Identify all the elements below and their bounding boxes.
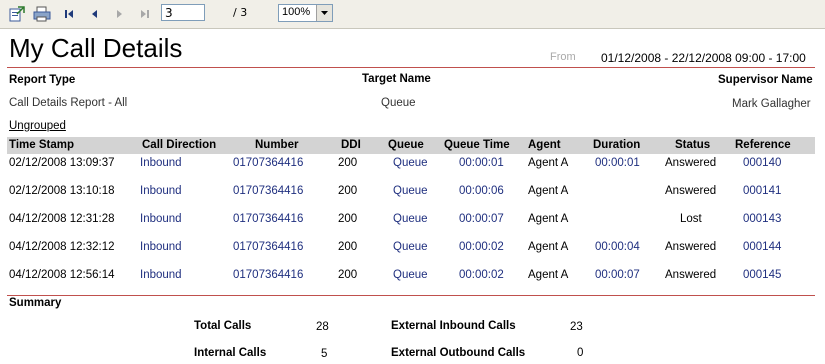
external-outbound-value: 0 <box>577 347 584 359</box>
title-divider <box>7 67 815 68</box>
cell-timestamp: 04/12/2008 12:31:28 <box>9 213 115 225</box>
previous-page-icon[interactable] <box>88 5 100 23</box>
cell-queue-time: 00:00:01 <box>459 157 504 169</box>
print-icon[interactable] <box>33 5 51 23</box>
next-page-icon[interactable] <box>114 5 126 23</box>
chevron-down-icon[interactable] <box>316 5 332 21</box>
cell-direction: Inbound <box>140 157 182 169</box>
cell-direction: Inbound <box>140 213 182 225</box>
supervisor-label: Supervisor Name <box>718 74 813 86</box>
table-row: 04/12/2008 12:31:28 Inbound 01707364416 … <box>7 213 815 231</box>
table-header: Time Stamp Call Direction Number DDI Que… <box>7 137 815 154</box>
page-title: My Call Details <box>9 33 183 63</box>
cell-queue: Queue <box>393 185 428 197</box>
cell-number: 01707364416 <box>233 241 304 253</box>
table-row: 04/12/2008 12:32:12 Inbound 01707364416 … <box>7 241 815 259</box>
page-total: / 3 <box>233 6 248 19</box>
table-row: 04/12/2008 12:56:14 Inbound 01707364416 … <box>7 269 815 287</box>
cell-agent: Agent A <box>528 157 569 169</box>
column-header: Queue Time <box>444 139 510 151</box>
summary-heading: Summary <box>9 297 62 309</box>
cell-queue: Queue <box>393 213 428 225</box>
cell-agent: Agent A <box>528 269 569 281</box>
cell-status: Answered <box>665 241 717 253</box>
target-name-value: Queue <box>381 97 416 109</box>
cell-timestamp: 04/12/2008 12:56:14 <box>9 269 115 281</box>
cell-status: Answered <box>665 185 717 197</box>
column-header: Queue <box>388 139 424 151</box>
cell-queue: Queue <box>393 269 428 281</box>
cell-duration: 00:00:04 <box>595 241 640 253</box>
column-header: DDI <box>341 139 361 151</box>
cell-agent: Agent A <box>528 213 569 225</box>
cell-duration: 00:00:07 <box>595 269 640 281</box>
internal-calls-value: 5 <box>321 348 328 360</box>
cell-direction: Inbound <box>140 241 182 253</box>
last-page-icon[interactable] <box>138 5 152 23</box>
cell-reference: 000143 <box>743 213 782 225</box>
cell-status: Answered <box>665 269 717 281</box>
first-page-icon[interactable] <box>62 5 76 23</box>
cell-number: 01707364416 <box>233 157 304 169</box>
cell-ddi: 200 <box>338 241 358 253</box>
external-inbound-label: External Inbound Calls <box>391 320 516 332</box>
cell-reference: 000141 <box>743 185 782 197</box>
supervisor-value: Mark Gallagher <box>732 98 811 110</box>
zoom-select[interactable]: 100% <box>278 4 333 22</box>
cell-ddi: 200 <box>338 269 358 281</box>
cell-queue: Queue <box>393 157 428 169</box>
cell-reference: 000144 <box>743 241 782 253</box>
column-header: Call Direction <box>142 139 217 151</box>
cell-ddi: 200 <box>338 157 358 169</box>
cell-queue-time: 00:00:02 <box>459 241 504 253</box>
cell-queue-time: 00:00:02 <box>459 269 504 281</box>
column-header: Time Stamp <box>9 139 74 151</box>
cell-agent: Agent A <box>528 241 569 253</box>
cell-number: 01707364416 <box>233 185 304 197</box>
cell-direction: Inbound <box>140 269 182 281</box>
zoom-value: 100% <box>282 6 311 18</box>
cell-queue-time: 00:00:07 <box>459 213 504 225</box>
table-row: 02/12/2008 13:10:18 Inbound 01707364416 … <box>7 185 815 203</box>
report-type-value: Call Details Report - All <box>9 97 128 109</box>
internal-calls-label: Internal Calls <box>194 347 267 359</box>
cell-ddi: 200 <box>338 185 358 197</box>
cell-number: 01707364416 <box>233 269 304 281</box>
summary-divider <box>7 295 815 296</box>
cell-timestamp: 02/12/2008 13:09:37 <box>9 157 115 169</box>
column-header: Reference <box>735 139 791 151</box>
column-header: Duration <box>593 139 641 151</box>
date-range: 01/12/2008 - 22/12/2008 09:00 - 17:00 <box>601 51 806 65</box>
report-toolbar: 3 / 3 100% <box>0 0 825 29</box>
cell-queue: Queue <box>393 241 428 253</box>
cell-reference: 000145 <box>743 269 782 281</box>
cell-status: Answered <box>665 157 717 169</box>
from-label: From <box>550 51 576 63</box>
table-row: 02/12/2008 13:09:37 Inbound 01707364416 … <box>7 157 815 175</box>
external-outbound-label: External Outbound Calls <box>391 347 526 359</box>
total-calls-value: 28 <box>316 321 329 333</box>
ungrouped-link[interactable]: Ungrouped <box>9 120 66 132</box>
external-inbound-value: 23 <box>570 321 583 333</box>
cell-timestamp: 02/12/2008 13:10:18 <box>9 185 115 197</box>
cell-ddi: 200 <box>338 213 358 225</box>
target-name-label: Target Name <box>362 73 431 85</box>
column-header: Agent <box>528 139 561 151</box>
cell-number: 01707364416 <box>233 213 304 225</box>
report-page: My Call Details From 01/12/2008 - 22/12/… <box>0 29 825 364</box>
cell-duration: 00:00:01 <box>595 157 640 169</box>
total-calls-label: Total Calls <box>194 320 252 332</box>
cell-direction: Inbound <box>140 185 182 197</box>
cell-agent: Agent A <box>528 185 569 197</box>
export-icon[interactable] <box>8 5 26 23</box>
column-header: Number <box>255 139 299 151</box>
column-header: Status <box>675 139 711 151</box>
report-type-label: Report Type <box>9 74 76 86</box>
cell-status: Lost <box>680 213 702 225</box>
page-number-input[interactable]: 3 <box>161 4 205 21</box>
cell-timestamp: 04/12/2008 12:32:12 <box>9 241 115 253</box>
cell-queue-time: 00:00:06 <box>459 185 504 197</box>
cell-reference: 000140 <box>743 157 782 169</box>
